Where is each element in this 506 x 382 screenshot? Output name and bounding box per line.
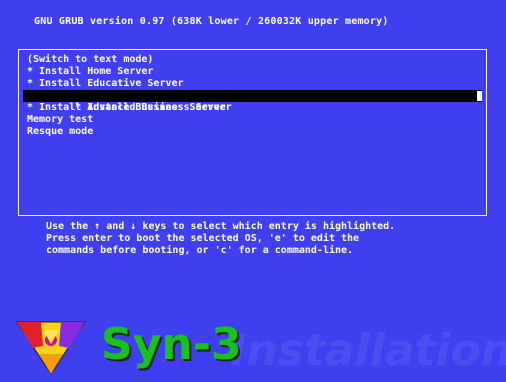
menu-item-switch-text-mode[interactable]: (Switch to text mode) — [23, 54, 482, 66]
help-line-1: Use the ↑ and ↓ keys to select which ent… — [46, 221, 396, 232]
menu-item-install-home-server[interactable]: * Install Home Server — [23, 66, 482, 78]
boot-menu: (Switch to text mode) * Install Home Ser… — [18, 49, 487, 216]
help-text: Use the ↑ and ↓ keys to select which ent… — [46, 221, 395, 257]
menu-item-resque-mode[interactable]: Resque mode — [23, 126, 482, 138]
brand-subtitle: Installation — [230, 325, 506, 376]
syn3-triangle-logo-icon — [16, 321, 86, 375]
menu-item-install-advanced-business-server[interactable]: * Install Advanced Business Server — [23, 102, 482, 114]
selection-cursor — [477, 91, 482, 101]
menu-item-install-educative-server[interactable]: * Install Educative Server — [23, 78, 482, 90]
grub-screen: GNU GRUB version 0.97 (638K lower / 2600… — [0, 0, 506, 382]
brand-name: Syn-3 — [101, 319, 242, 370]
help-line-2: Press enter to boot the selected OS, 'e'… — [46, 233, 360, 244]
help-line-3: commands before booting, or 'c' for a co… — [46, 245, 354, 256]
boot-menu-list: (Switch to text mode) * Install Home Ser… — [23, 54, 482, 211]
menu-item-memory-test[interactable]: Memory test — [23, 114, 482, 126]
grub-header: GNU GRUB version 0.97 (638K lower / 2600… — [34, 16, 389, 27]
branding: Installation Syn-3 — [15, 318, 506, 378]
menu-item-install-business-server[interactable]: * Install Business Server — [23, 90, 482, 113]
